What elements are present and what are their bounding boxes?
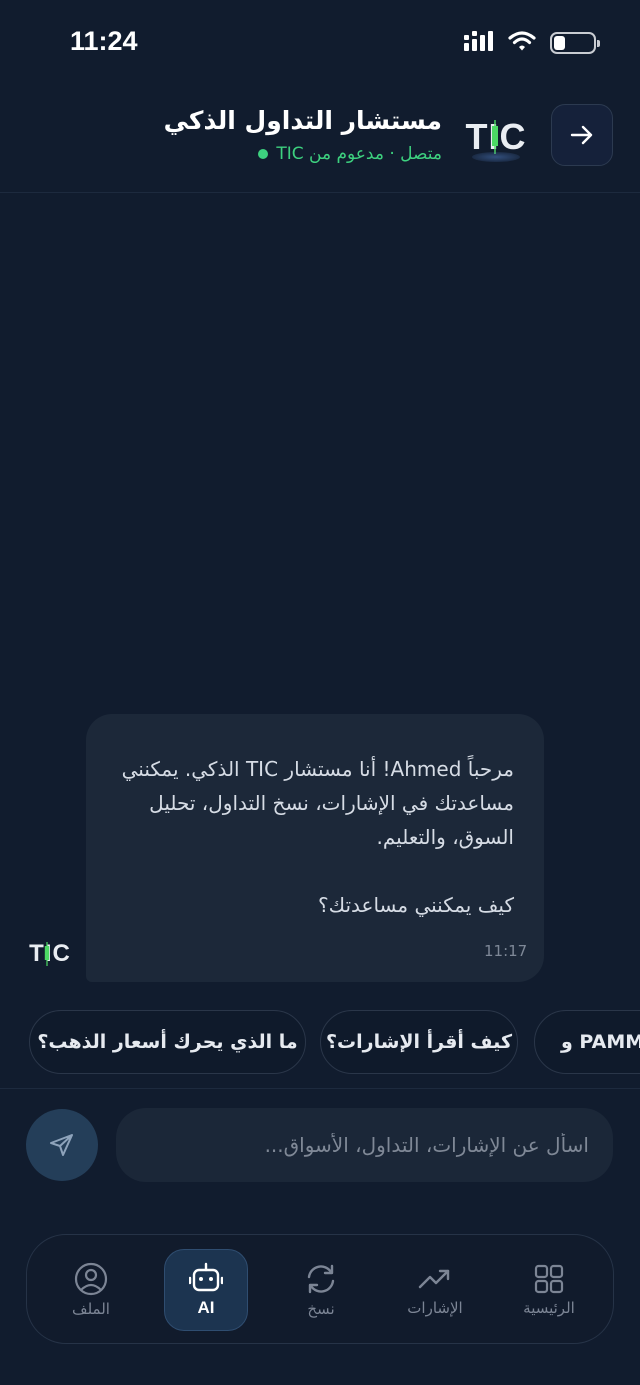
back-button[interactable] <box>551 104 613 166</box>
page-title: مستشار التداول الذكي <box>163 106 442 135</box>
robot-icon <box>189 1262 223 1292</box>
signal-icon <box>464 31 494 55</box>
message-timestamp: 11:17 <box>484 942 528 960</box>
bot-avatar-text: TIC <box>29 940 71 967</box>
status-bar: 11:24 <box>0 0 640 86</box>
trending-up-icon <box>418 1269 450 1289</box>
nav-item-profile[interactable]: الملف <box>49 1249 133 1331</box>
battery-icon <box>550 32 600 54</box>
suggestion-chip-signals[interactable]: كيف أقرأ الإشارات؟ <box>320 1010 518 1074</box>
status-time: 11:24 <box>70 26 138 56</box>
send-icon <box>50 1134 73 1156</box>
suggestion-chip-pamm[interactable]: و PAMM؟ <box>534 1010 640 1074</box>
nav-label-home: الرئيسية <box>523 1299 575 1317</box>
arrow-right-icon <box>570 125 593 145</box>
suggestion-chips: ما الذي يحرك أسعار الذهب؟ كيف أقرأ الإشا… <box>0 1010 640 1074</box>
nav-label-copy: نسخ <box>307 1300 335 1318</box>
status-icons <box>464 30 600 56</box>
suggestion-chip-gold[interactable]: ما الذي يحرك أسعار الذهب؟ <box>29 1010 306 1074</box>
chat-input[interactable] <box>116 1108 613 1182</box>
connection-status-text: متصل · مدعوم من TIC <box>276 144 442 164</box>
battery-level <box>554 36 565 50</box>
refresh-icon <box>307 1264 335 1294</box>
online-dot-icon <box>258 149 269 159</box>
candle-icon <box>44 942 50 966</box>
grid-icon <box>534 1264 564 1294</box>
nav-label-ai: AI <box>197 1298 215 1317</box>
nav-item-home[interactable]: الرئيسية <box>507 1249 591 1331</box>
nav-label-signals: الإشارات <box>407 1299 463 1317</box>
logo-glow <box>472 152 520 162</box>
candle-icon <box>492 120 498 154</box>
connection-status: متصل · مدعوم من TIC <box>258 144 442 164</box>
bot-message-bubble: مرحباً Ahmed! أنا مستشار TIC الذكي. يمكن… <box>86 714 544 982</box>
divider <box>0 1088 640 1089</box>
user-circle-icon <box>74 1262 108 1296</box>
bot-avatar: TIC <box>29 938 71 970</box>
nav-item-copy[interactable]: نسخ <box>279 1249 363 1331</box>
nav-item-signals[interactable]: الإشارات <box>393 1249 477 1331</box>
nav-item-ai[interactable]: AI <box>164 1249 248 1331</box>
bottom-nav: الرئيسية الإشارات نسخ AI الملف <box>26 1234 614 1344</box>
wifi-icon <box>508 30 536 56</box>
chat-header: مستشار التداول الذكي متصل · مدعوم من TIC… <box>0 86 640 193</box>
nav-label-profile: الملف <box>72 1300 110 1318</box>
send-button[interactable] <box>26 1109 98 1181</box>
bot-message-text: مرحباً Ahmed! أنا مستشار TIC الذكي. يمكن… <box>121 757 514 917</box>
